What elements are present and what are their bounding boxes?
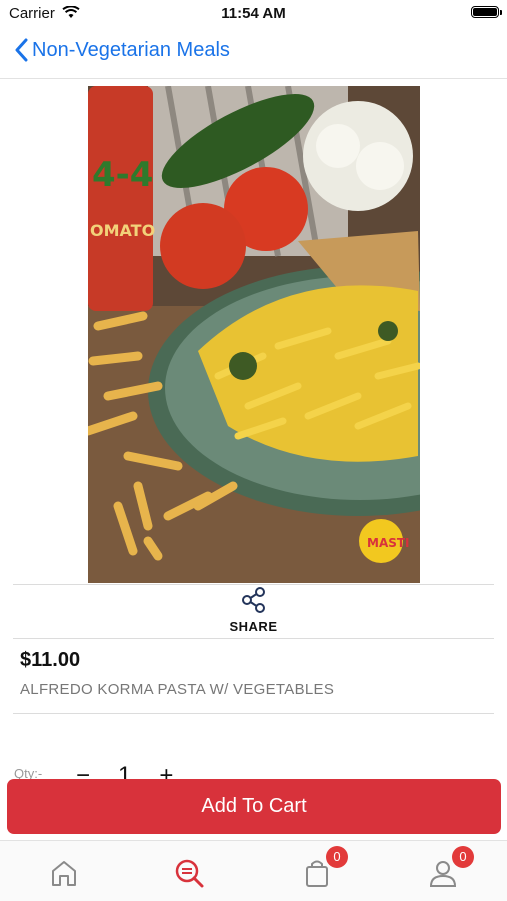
- tab-profile[interactable]: 0: [426, 846, 474, 890]
- watermark-text: MASTI: [367, 536, 410, 550]
- share-label: SHARE: [229, 619, 278, 634]
- status-bar: Carrier 11:54 AM: [0, 0, 507, 28]
- svg-text:OMATO: OMATO: [90, 221, 155, 240]
- tab-search[interactable]: [173, 856, 207, 890]
- tab-cart[interactable]: 0: [300, 846, 348, 890]
- battery-icon: [471, 6, 502, 18]
- product-image: 4-4 OMATO MASTI: [88, 86, 420, 583]
- navigation-bar: Non-Vegetarian Meals: [0, 28, 507, 79]
- divider: [13, 713, 494, 714]
- home-icon: [52, 861, 76, 886]
- product-name: ALFREDO KORMA PASTA W/ VEGETABLES: [20, 681, 335, 698]
- profile-badge: 0: [452, 846, 474, 868]
- product-price: $11.00: [20, 649, 81, 671]
- share-icon: [241, 587, 265, 613]
- chevron-left-icon: [15, 38, 28, 62]
- divider: [13, 584, 494, 585]
- tab-bar: 0 0: [0, 840, 507, 901]
- svg-text:4-4: 4-4: [92, 155, 153, 195]
- add-to-cart-button[interactable]: Add To Cart: [7, 779, 501, 834]
- search-icon: [175, 859, 204, 888]
- tab-home[interactable]: [47, 856, 81, 890]
- clock-time: 11:54 AM: [221, 5, 286, 22]
- share-button[interactable]: SHARE: [0, 586, 507, 638]
- divider: [13, 638, 494, 639]
- back-button[interactable]: Non-Vegetarian Meals: [14, 38, 230, 62]
- back-button-label: Non-Vegetarian Meals: [32, 38, 230, 61]
- cart-badge: 0: [326, 846, 348, 868]
